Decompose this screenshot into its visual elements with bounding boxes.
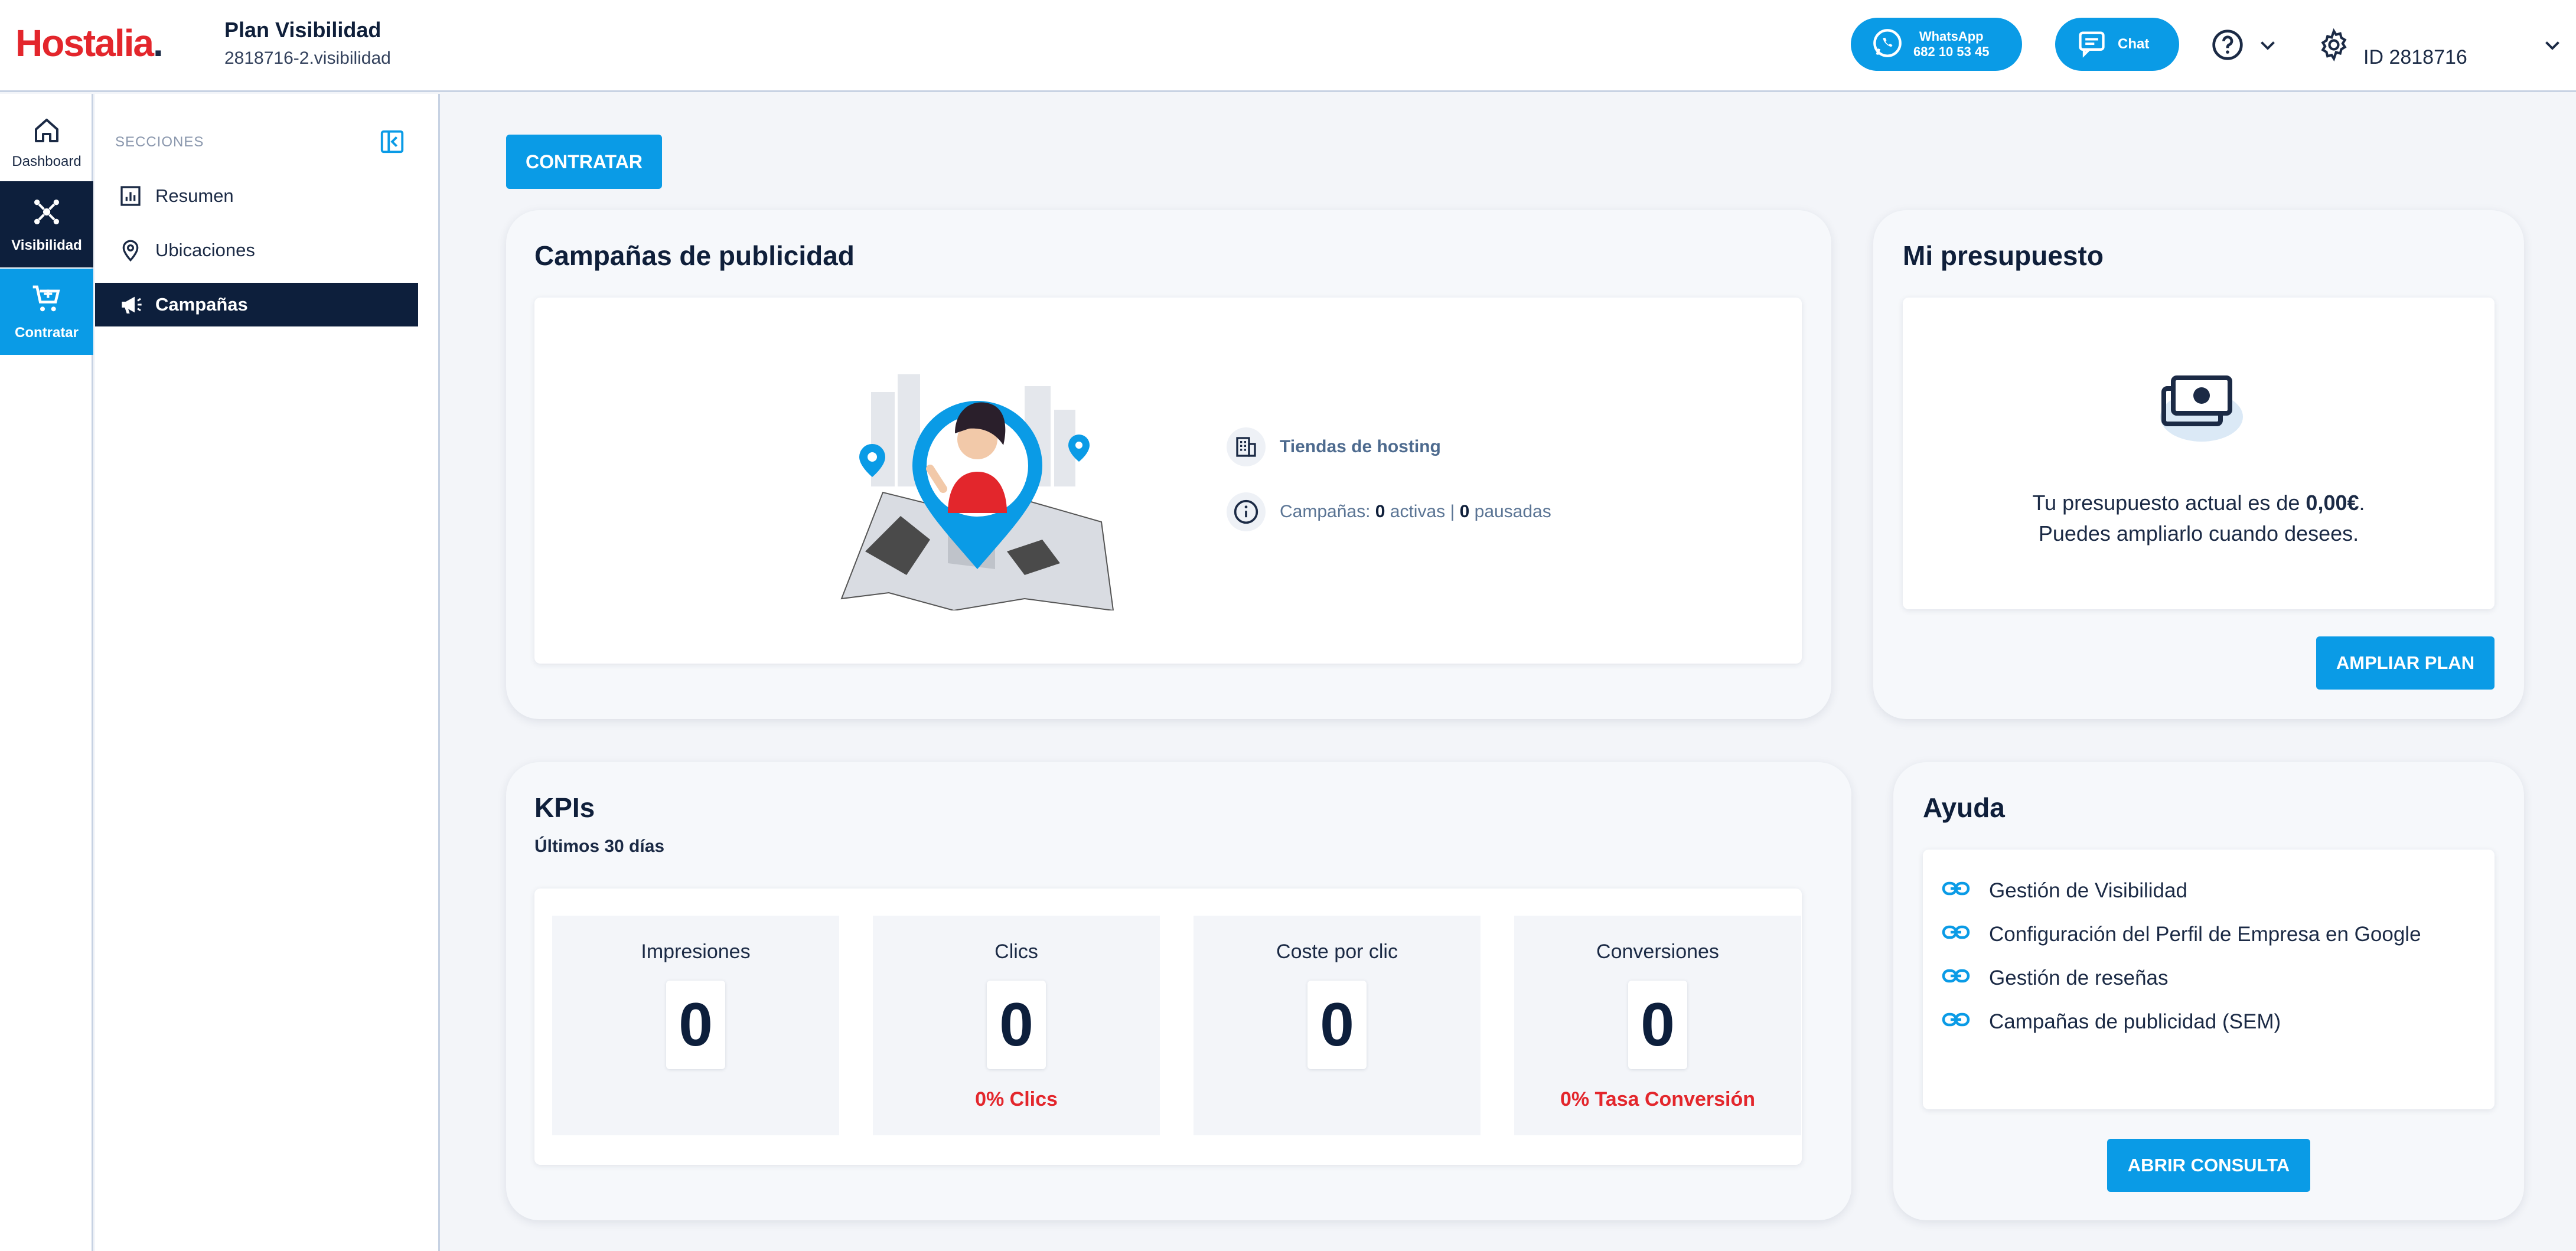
kpi-value: 0 (1307, 981, 1367, 1069)
top-header: Hostalia. Plan Visibilidad 2818716-2.vis… (0, 0, 2576, 92)
contratar-button[interactable]: CONTRATAR (506, 135, 662, 189)
section-label: Ubicaciones (155, 240, 255, 260)
campaigns-panel: Tiendas de hosting Campañas: 0 activas |… (534, 298, 1802, 664)
budget-text: Tu presupuesto actual es de 0,00€. Puedes… (2032, 491, 2365, 546)
ampliar-plan-button[interactable]: AMPLIAR PLAN (2316, 636, 2495, 690)
help-link-sem[interactable]: Campañas de publicidad (SEM) (1942, 1010, 2281, 1034)
whatsapp-icon (1872, 28, 1903, 61)
kpi-impresiones: Impresiones 0 (552, 916, 839, 1135)
kpis-subtitle: Últimos 30 días (534, 837, 665, 856)
kpi-clics: Clics 0 0% Clics (873, 916, 1160, 1135)
chat-button[interactable]: Chat (2055, 18, 2179, 71)
campaigns-status-row: Campañas: 0 activas | 0 pausadas (1227, 492, 1551, 531)
rail-label: Dashboard (12, 153, 81, 169)
kpi-name: Conversiones (1596, 940, 1719, 963)
chat-icon (2076, 28, 2107, 61)
stores-label: Tiendas de hosting (1280, 437, 1441, 456)
campaigns-status-text: Campañas: 0 activas | 0 pausadas (1280, 502, 1551, 521)
campaigns-card: Campañas de publicidad Tiendas de hostin… (506, 210, 1831, 719)
help-link-resenas[interactable]: Gestión de reseñas (1942, 966, 2169, 990)
rail-item-contratar[interactable]: Contratar (0, 269, 93, 355)
collapse-panel-icon[interactable] (379, 128, 406, 158)
account-id: ID 2818716 (2363, 46, 2467, 68)
home-icon (32, 116, 61, 148)
chart-icon (119, 184, 147, 208)
section-item-campanas[interactable]: Campañas (95, 283, 418, 326)
sections-heading: SECCIONES (115, 134, 204, 150)
help-icon[interactable] (2211, 28, 2244, 64)
campaign-illustration (830, 351, 1125, 613)
kpis-card: KPIs Últimos 30 días Impresiones 0 Clics… (506, 762, 1851, 1220)
info-icon (1227, 492, 1266, 531)
hostalia-logo[interactable]: Hostalia. (15, 21, 164, 65)
help-link-label: Configuración del Perfil de Empresa en G… (1989, 923, 2421, 946)
help-card: Ayuda Gestión de Visibilidad Configuraci… (1893, 762, 2524, 1220)
kpis-panel: Impresiones 0 Clics 0 0% Clics Coste por… (534, 889, 1802, 1165)
kpi-value: 0 (987, 981, 1046, 1069)
whatsapp-label: WhatsApp (1919, 29, 1984, 44)
gear-icon[interactable] (2317, 28, 2350, 64)
whatsapp-button[interactable]: WhatsApp 682 10 53 45 (1851, 18, 2022, 71)
kpi-name: Clics (994, 940, 1038, 963)
building-icon (1227, 427, 1266, 466)
kpi-name: Impresiones (641, 940, 751, 963)
budget-card: Mi presupuesto Tu presupuesto actual es … (1873, 210, 2524, 719)
rail-item-visibilidad[interactable]: Visibilidad (0, 181, 93, 267)
help-link-perfil-google[interactable]: Configuración del Perfil de Empresa en G… (1942, 923, 2421, 946)
kpi-conversiones: Conversiones 0 0% Tasa Conversión (1514, 916, 1801, 1135)
megaphone-icon (119, 293, 147, 316)
help-title: Ayuda (1923, 792, 2005, 823)
help-link-label: Campañas de publicidad (SEM) (1989, 1010, 2281, 1033)
help-link-label: Gestión de Visibilidad (1989, 879, 2187, 902)
abrir-consulta-button[interactable]: ABRIR CONSULTA (2107, 1139, 2310, 1192)
link-icon (1942, 1010, 1970, 1034)
kpi-value: 0 (1628, 981, 1687, 1069)
plan-subtitle: 2818716-2.visibilidad (224, 48, 391, 68)
section-label: Campañas (155, 294, 248, 315)
budget-title: Mi presupuesto (1903, 240, 2104, 271)
budget-panel: Tu presupuesto actual es de 0,00€. Puedes… (1903, 298, 2495, 609)
help-panel: Gestión de Visibilidad Configuración del… (1923, 850, 2495, 1109)
stores-row: Tiendas de hosting (1227, 427, 1441, 466)
help-link-visibilidad[interactable]: Gestión de Visibilidad (1942, 879, 2187, 903)
section-item-resumen[interactable]: Resumen (95, 174, 418, 218)
campaigns-title: Campañas de publicidad (534, 240, 855, 271)
chat-label: Chat (2118, 36, 2150, 52)
network-icon (30, 195, 63, 231)
link-icon (1942, 923, 1970, 946)
money-icon (2151, 362, 2245, 448)
help-link-label: Gestión de reseñas (1989, 966, 2169, 989)
kpis-title: KPIs (534, 792, 595, 823)
help-chevron-down-icon[interactable] (2257, 34, 2278, 58)
rail-label: Contratar (14, 324, 79, 341)
kpi-coste-por-clic: Coste por clic 0 (1194, 916, 1481, 1135)
plan-title: Plan Visibilidad (224, 18, 381, 42)
link-icon (1942, 966, 1970, 990)
map-pin-icon (119, 239, 147, 262)
whatsapp-phone: 682 10 53 45 (1913, 44, 1990, 59)
sections-panel: SECCIONES Resumen Ubicaciones Campañas (95, 94, 440, 1251)
rail-item-dashboard[interactable]: Dashboard (0, 100, 93, 186)
kpi-note: 0% Clics (975, 1088, 1058, 1110)
kpi-value: 0 (666, 981, 725, 1069)
kpi-name: Coste por clic (1276, 940, 1398, 963)
rail-label: Visibilidad (11, 237, 82, 253)
link-icon (1942, 879, 1970, 903)
cart-icon (30, 283, 63, 319)
left-rail: Dashboard Visibilidad Contratar (0, 94, 93, 1251)
section-label: Resumen (155, 185, 234, 206)
account-chevron-down-icon[interactable] (2542, 34, 2563, 58)
section-item-ubicaciones[interactable]: Ubicaciones (95, 228, 418, 272)
kpi-note: 0% Tasa Conversión (1560, 1088, 1756, 1110)
